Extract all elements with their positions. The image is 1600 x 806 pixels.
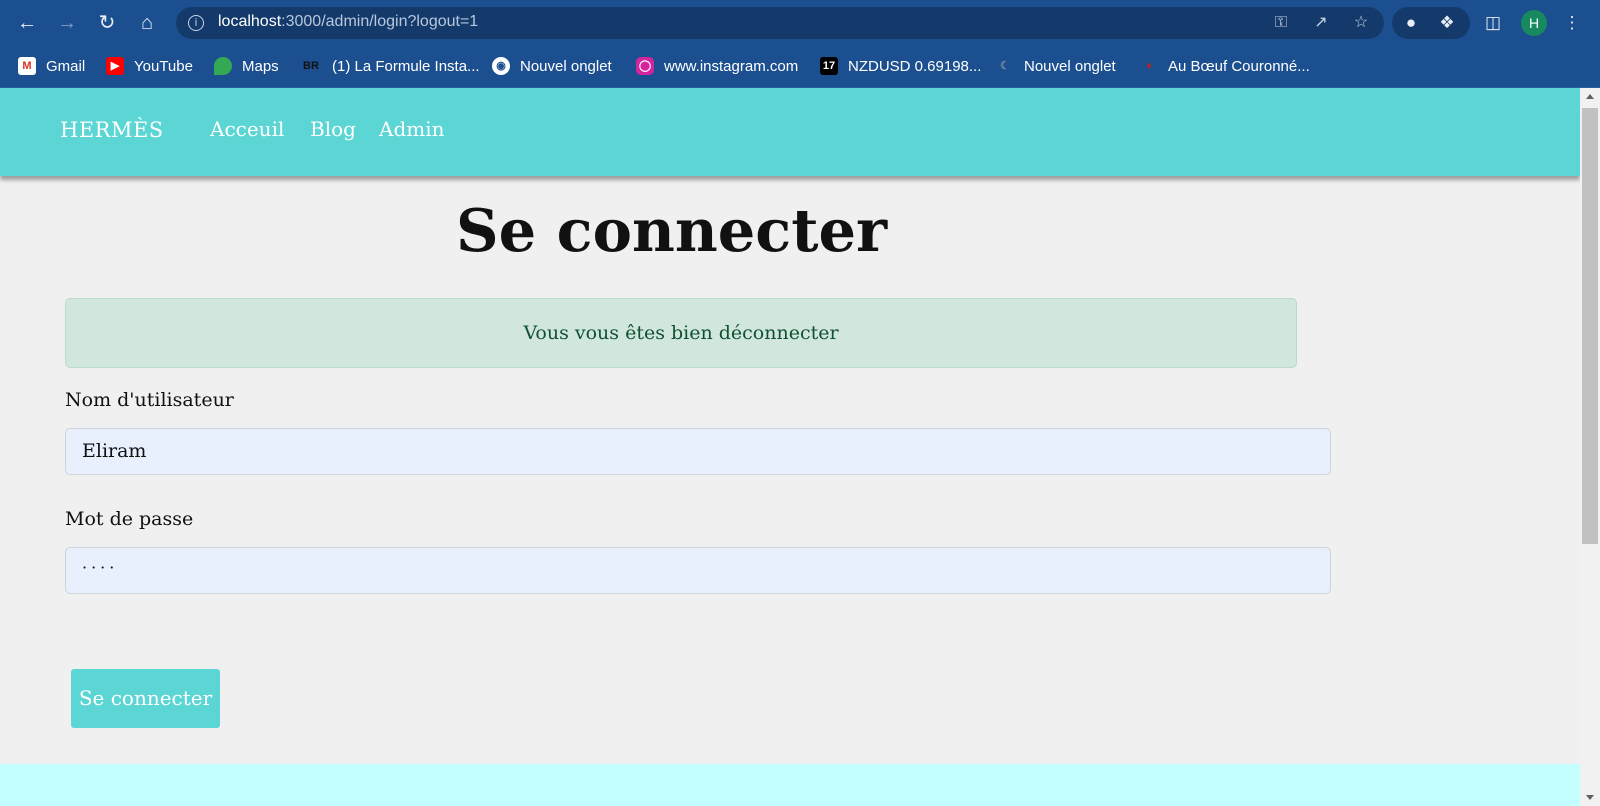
share-icon[interactable]: ↗ (1311, 13, 1331, 33)
brand-logo[interactable]: HERMÈS (60, 118, 164, 142)
extension-icon[interactable]: ● (1396, 8, 1426, 38)
bookmark-formule[interactable]: BR (1) La Formule Insta... (300, 55, 480, 77)
home-icon[interactable]: ⌂ (135, 11, 159, 35)
bookmark-label: Maps (242, 57, 279, 75)
gmail-icon: M (18, 57, 36, 75)
bookmark-label: NZDUSD 0.69198... (848, 57, 982, 75)
bookmark-label: Gmail (46, 57, 86, 75)
site-info-icon[interactable]: i (188, 15, 204, 31)
forward-icon[interactable]: → (55, 11, 79, 35)
back-icon[interactable]: ← (15, 11, 39, 35)
bookmark-nzdusd[interactable]: 17 NZDUSD 0.69198... (820, 55, 981, 77)
bookmark-boeuf[interactable]: ♦ Au Bœuf Couronné... (1140, 55, 1310, 77)
logout-success-alert: Vous vous êtes bien déconnecter (65, 298, 1297, 368)
bookmark-instagram[interactable]: ◯ www.instagram.com (636, 55, 798, 77)
menu-icon[interactable]: ⋮ (1557, 8, 1587, 38)
bookmark-label: www.instagram.com (664, 57, 799, 75)
br-icon: BR (303, 60, 319, 72)
address-bar[interactable]: i localhost:3000/admin/login?logout=1 ⚿ … (176, 7, 1384, 39)
bookmark-nouvel-onglet-1[interactable]: ◉ Nouvel onglet (492, 55, 612, 77)
bookmark-label: Nouvel onglet (1024, 57, 1116, 75)
bookmark-label: (1) La Formule Insta... (332, 57, 480, 75)
login-submit-button[interactable]: Se connecter (71, 669, 220, 728)
site-navbar: HERMÈS Acceuil Blog Admin (0, 88, 1580, 176)
bookmark-nouvel-onglet-2[interactable]: ☾ Nouvel onglet (996, 55, 1116, 77)
avatar[interactable]: H (1521, 10, 1547, 36)
page-scrollbar[interactable] (1580, 88, 1600, 806)
instagram-icon: ◯ (636, 57, 654, 75)
bookmark-maps[interactable]: Maps (214, 55, 279, 77)
side-panel-icon[interactable]: ◫ (1478, 8, 1508, 38)
scroll-up-icon[interactable] (1586, 94, 1594, 99)
scroll-down-icon[interactable] (1586, 795, 1594, 800)
password-field[interactable]: ···· (65, 547, 1331, 594)
page-footer (0, 764, 1580, 806)
bookmark-label: Au Bœuf Couronné... (1168, 57, 1310, 75)
tradingview-icon: 17 (820, 57, 838, 75)
bookmark-gmail[interactable]: M Gmail (18, 55, 85, 77)
password-label: Mot de passe (65, 508, 194, 530)
moon-icon: ☾ (1000, 60, 1010, 72)
bookmark-youtube[interactable]: ▶ YouTube (106, 55, 193, 77)
bookmark-label: YouTube (134, 57, 193, 75)
bookmark-label: Nouvel onglet (520, 57, 612, 75)
username-field[interactable]: Eliram (65, 428, 1331, 475)
username-label: Nom d'utilisateur (65, 389, 234, 411)
nav-link-acceuil[interactable]: Acceuil (210, 117, 284, 141)
globe-icon: ◉ (492, 57, 510, 75)
browser-toolbar: ← → ↻ ⌂ i localhost:3000/admin/login?log… (0, 0, 1600, 46)
boeuf-icon: ♦ (1146, 60, 1152, 72)
reload-icon[interactable]: ↻ (95, 11, 119, 35)
key-icon[interactable]: ⚿ (1271, 13, 1291, 33)
url-text[interactable]: localhost:3000/admin/login?logout=1 (218, 13, 478, 31)
bookmarks-bar: M Gmail ▶ YouTube Maps BR (1) La Formule… (0, 46, 1600, 88)
maps-icon (214, 57, 232, 75)
youtube-icon: ▶ (106, 57, 124, 75)
page-title: Se connecter (456, 196, 888, 265)
star-icon[interactable]: ☆ (1351, 13, 1371, 33)
nav-link-admin[interactable]: Admin (379, 117, 445, 141)
puzzle-icon[interactable]: ❖ (1432, 8, 1462, 38)
extensions-area: ● ❖ (1392, 7, 1470, 39)
scrollbar-thumb[interactable] (1582, 108, 1598, 544)
nav-link-blog[interactable]: Blog (310, 117, 356, 141)
